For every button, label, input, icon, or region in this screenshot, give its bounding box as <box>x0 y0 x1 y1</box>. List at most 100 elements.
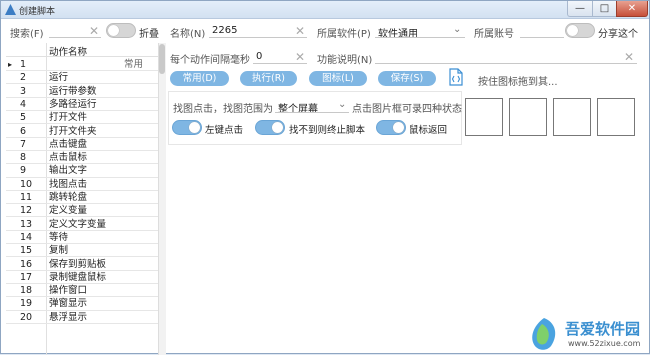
list-scrollbar-thumb[interactable] <box>159 44 165 74</box>
find-range-label: 找图点击，找图范围为 <box>173 104 273 115</box>
list-item-label: 录制键盘鼠标 <box>49 271 107 283</box>
list-item[interactable]: 11 跳转轮盘 <box>6 191 158 205</box>
list-item[interactable]: 2 运行 <box>6 71 158 85</box>
share-toggle[interactable] <box>565 23 595 38</box>
list-item[interactable]: 14 等待 <box>6 231 158 245</box>
list-item-number: 1 <box>20 59 27 70</box>
close-button[interactable]: ✕ <box>616 1 648 17</box>
list-item-number: 11 <box>20 192 33 203</box>
software-label: 所属软件(P) <box>317 29 371 40</box>
list-item-number: 8 <box>20 152 27 164</box>
watermark-url: www.52zixue.com <box>568 339 641 348</box>
list-item[interactable]: 19 弹窗显示 <box>6 297 158 311</box>
list-item-number: 7 <box>20 138 27 150</box>
list-item[interactable]: 13 定义文字变量 <box>6 218 158 231</box>
list-item[interactable]: 17 录制键盘鼠标 <box>6 271 158 284</box>
maximize-button[interactable]: □ <box>592 1 617 17</box>
list-item[interactable]: 20 悬浮显示 <box>6 311 158 324</box>
account-input[interactable] <box>520 37 564 38</box>
common-button[interactable]: 常用(D) <box>170 71 229 86</box>
list-item-number: 14 <box>20 231 33 243</box>
find-range-chevron-icon[interactable]: ⌄ <box>338 99 346 110</box>
list-item-number: 9 <box>20 165 27 177</box>
list-item-label: 点击鼠标 <box>49 152 88 164</box>
list-item-label: 操作窗口 <box>49 285 88 297</box>
desc-input[interactable] <box>375 63 637 64</box>
image-slot-2[interactable] <box>509 98 547 136</box>
list-item-number: 16 <box>20 258 33 270</box>
list-item[interactable]: 18 操作窗口 <box>6 284 158 298</box>
list-item-label: 打开文件夹 <box>49 125 97 137</box>
list-item-number: 2 <box>20 72 27 84</box>
list-item[interactable]: 7 点击键盘 <box>6 138 158 151</box>
interval-clear-icon[interactable]: ✕ <box>295 51 305 63</box>
save-button[interactable]: 保存(S) <box>378 71 436 86</box>
mouse-return-label: 鼠标返回 <box>409 125 448 136</box>
name-clear-icon[interactable]: ✕ <box>295 25 305 37</box>
search-clear-icon[interactable]: ✕ <box>89 25 99 37</box>
list-item-number: 3 <box>20 85 27 97</box>
list-item-label: 跳转轮盘 <box>49 192 88 203</box>
list-item-label: 定义文字变量 <box>49 218 107 230</box>
name-input-value[interactable]: 2265 <box>212 25 237 36</box>
search-label: 搜索(F) <box>10 29 44 40</box>
list-item-number: 10 <box>20 178 33 190</box>
name-input[interactable] <box>209 37 307 38</box>
fold-toggle[interactable] <box>106 23 136 38</box>
list-item-label: 弹窗显示 <box>49 298 88 310</box>
list-item-number: 4 <box>20 98 27 110</box>
software-dropdown-chevron-icon[interactable]: ⌄ <box>453 24 461 35</box>
common-group-label: 常用 <box>124 59 144 70</box>
list-item[interactable]: 8 点击鼠标 <box>6 151 158 165</box>
stop-if-not-found-toggle[interactable] <box>255 120 285 135</box>
watermark-text: 吾爱软件园 <box>565 320 641 338</box>
script-file-icon[interactable] <box>448 68 464 86</box>
window-title: 创建脚本 <box>19 7 56 17</box>
find-range-select[interactable] <box>275 112 349 113</box>
list-item[interactable]: 16 保存到剪贴板 <box>6 258 158 271</box>
list-item-label: 运行 <box>49 72 69 84</box>
account-label: 所属账号 <box>474 29 514 40</box>
list-item-number: 17 <box>20 271 33 283</box>
interval-input-value[interactable]: 0 <box>256 51 262 62</box>
create-script-window: 创建脚本 — □ ✕ 搜索(F) ✕ 折叠 动作名称 ▸ 1 常用 2 运行 3 运行带参数… <box>0 0 650 355</box>
list-item-label: 多路径运行 <box>49 98 97 110</box>
software-select[interactable] <box>375 37 465 38</box>
left-click-toggle[interactable] <box>172 120 202 135</box>
list-item-number: 20 <box>20 311 33 323</box>
list-item-number: 15 <box>20 245 33 257</box>
execute-button[interactable]: 执行(R) <box>240 71 297 86</box>
icon-button[interactable]: 图标(L) <box>309 71 367 86</box>
list-item-number: 13 <box>20 218 33 230</box>
list-item[interactable]: 3 运行带参数 <box>6 85 158 98</box>
minimize-button[interactable]: — <box>567 1 593 17</box>
mouse-return-toggle[interactable] <box>376 120 406 135</box>
list-item[interactable]: 6 打开文件夹 <box>6 125 158 138</box>
image-slot-4[interactable] <box>597 98 635 136</box>
current-row-marker-icon: ▸ <box>8 60 13 69</box>
desc-label: 功能说明(N) <box>317 55 373 66</box>
list-scrollbar[interactable] <box>159 43 166 355</box>
list-item-number: 19 <box>20 298 33 310</box>
list-item-label: 定义变量 <box>49 205 88 217</box>
list-item[interactable]: ▸ 1 常用 <box>6 58 158 72</box>
list-item[interactable]: 15 复制 <box>6 244 158 258</box>
app-icon <box>5 4 16 15</box>
stop-if-not-found-label: 找不到则终止脚本 <box>289 125 366 136</box>
list-item-number: 18 <box>20 285 33 297</box>
image-slot-1[interactable] <box>465 98 503 136</box>
image-slot-3[interactable] <box>553 98 591 136</box>
list-item[interactable]: 12 定义变量 <box>6 204 158 218</box>
list-item-label: 复制 <box>49 245 69 257</box>
desc-clear-icon[interactable]: ✕ <box>624 51 634 63</box>
list-item[interactable]: 4 多路径运行 <box>6 98 158 112</box>
list-item-label: 点击键盘 <box>49 138 88 150</box>
action-list: 动作名称 ▸ 1 常用 2 运行 3 运行带参数 4 多路径运行 5 打开文件 6 打开文件夹 7 点击键盘… <box>6 43 159 355</box>
list-item-label: 输出文字 <box>49 165 88 177</box>
list-item-label: 悬浮显示 <box>49 311 88 323</box>
list-item-label: 找图点击 <box>49 178 88 190</box>
list-item[interactable]: 9 输出文字 <box>6 164 158 178</box>
list-item[interactable]: 5 打开文件 <box>6 111 158 125</box>
list-item-label: 运行带参数 <box>49 85 97 97</box>
list-item[interactable]: 10 找图点击 <box>6 178 158 191</box>
